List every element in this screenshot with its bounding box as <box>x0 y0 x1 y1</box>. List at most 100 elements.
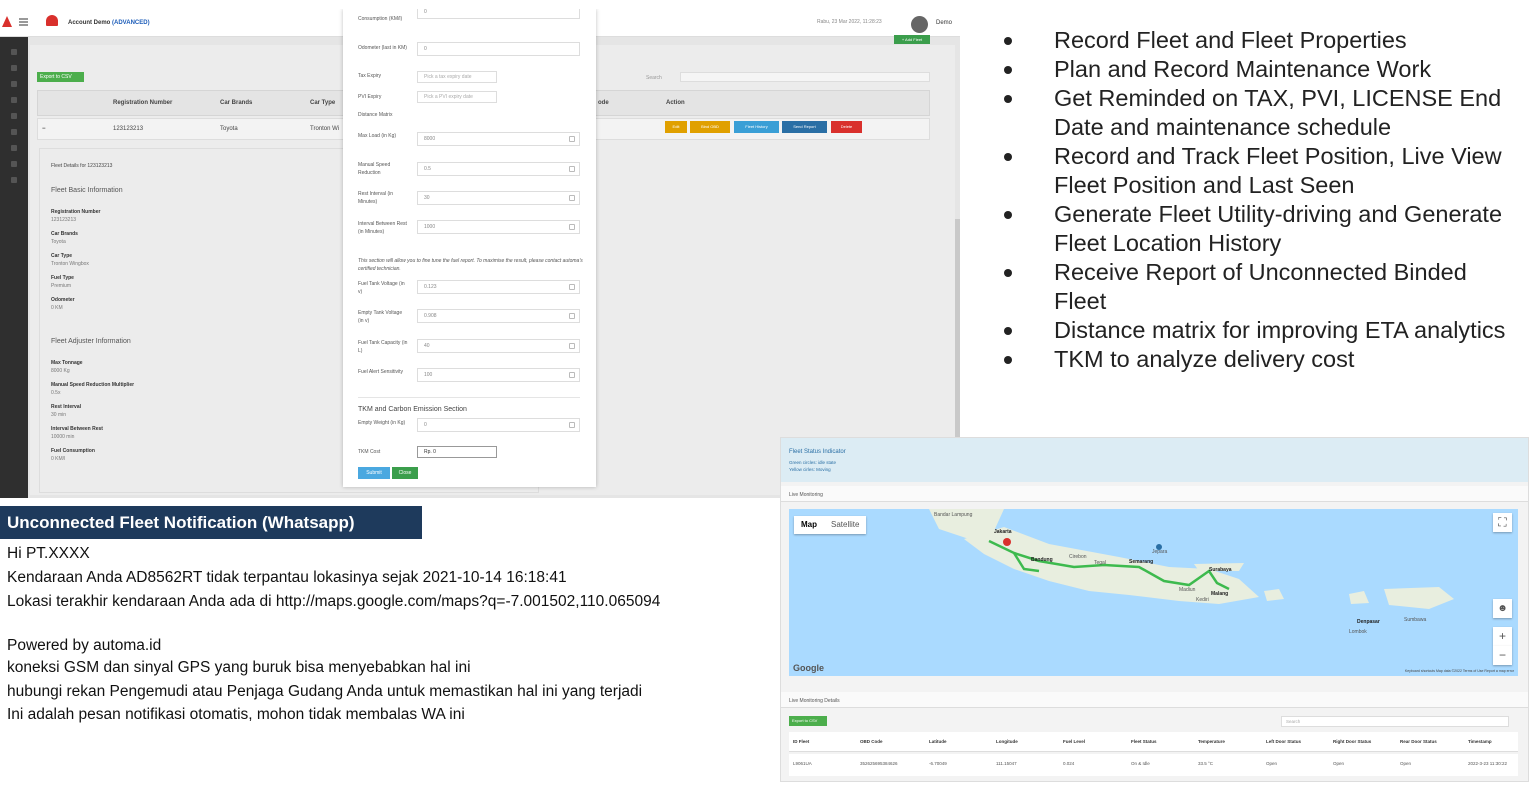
col-fuel-level[interactable]: Fuel Level <box>1063 739 1085 744</box>
search-input[interactable] <box>680 72 930 82</box>
fuel-consumption-input[interactable]: 0 <box>417 9 580 19</box>
fuel-tank-voltage-input[interactable]: 0.123 <box>417 280 580 294</box>
fleet-history-button[interactable]: Fleet History <box>734 121 779 133</box>
detail-value: 0 KM <box>51 305 63 311</box>
stepper-icon[interactable] <box>569 166 575 172</box>
rest-interval-label: Rest Interval (in Minutes) <box>358 191 394 205</box>
submit-button[interactable]: Submit <box>358 467 390 479</box>
sidebar-icon[interactable] <box>11 129 17 135</box>
col-latitude[interactable]: Latitude <box>929 739 947 744</box>
stepper-icon[interactable] <box>569 313 575 319</box>
export-csv-button[interactable]: Export to CSV <box>789 716 827 726</box>
map[interactable]: Jakarta Bandung Semarang Surabaya Malang… <box>789 509 1518 676</box>
empty-tank-voltage-value: 0.908 <box>424 313 437 319</box>
collapse-toggle[interactable]: − <box>42 126 46 132</box>
col-registration[interactable]: Registration Number <box>113 100 172 106</box>
col-id-fleet[interactable]: ID Fleet <box>793 739 809 744</box>
stepper-icon[interactable] <box>569 136 575 142</box>
feature-item: Generate Fleet Utility-driving and Gener… <box>1000 200 1520 258</box>
rest-interval-input[interactable]: 30 <box>417 191 580 205</box>
tkm-cost-input[interactable]: Rp. 0 <box>417 446 497 458</box>
zoom-out-icon[interactable]: − <box>1493 646 1512 665</box>
basic-info-heading: Fleet Basic Information <box>51 187 123 194</box>
close-button[interactable]: Close <box>392 467 418 479</box>
col-temperature[interactable]: Temperature <box>1198 739 1225 744</box>
pvi-expiry-input[interactable]: Pick a PVI expiry date <box>417 91 497 103</box>
notification-line: Kendaraan Anda AD8562RT tidak terpantau … <box>7 569 567 586</box>
rest-interval-value: 30 <box>424 195 430 201</box>
speed-reduction-input[interactable]: 0.5 <box>417 162 580 176</box>
stepper-icon[interactable] <box>569 224 575 230</box>
add-fleet-button[interactable]: + Add Fleet <box>894 35 930 44</box>
scrollbar[interactable] <box>955 219 960 449</box>
yellow-note: Yellow cirles: Moving <box>789 467 831 472</box>
map-tab[interactable]: Map <box>794 516 824 534</box>
col-left-door[interactable]: Left Door Status <box>1266 739 1301 744</box>
tax-expiry-input[interactable]: Pick a tax expiry date <box>417 71 497 83</box>
avatar[interactable] <box>911 16 928 33</box>
notification-line: koneksi GSM dan sinyal GPS yang buruk bi… <box>7 659 471 676</box>
sidebar-icon[interactable] <box>11 161 17 167</box>
max-load-value: 8000 <box>424 136 436 142</box>
fullscreen-icon[interactable]: ⛶ <box>1493 513 1512 532</box>
table-row[interactable]: L9061UA 352625695384626 -6.70049 111.150… <box>789 754 1518 776</box>
cell-fleet-status: On & Idle <box>1131 761 1150 766</box>
feature-list: Record Fleet and Fleet Properties Plan a… <box>1000 26 1520 374</box>
city-label: Malang <box>1211 591 1229 597</box>
col-car-brands[interactable]: Car Brands <box>220 100 252 106</box>
fuel-tank-capacity-input[interactable]: 40 <box>417 339 580 353</box>
zoom-in-icon[interactable]: + <box>1493 627 1512 646</box>
col-timestamp[interactable]: Timestamp <box>1468 739 1492 744</box>
city-label: Semarang <box>1129 559 1154 565</box>
fleet-marker <box>1003 538 1011 546</box>
col-longitude[interactable]: Longitude <box>996 739 1018 744</box>
detail-label: Registration Number <box>51 209 101 215</box>
account-label: Account Demo (ADVANCED) <box>68 20 150 26</box>
col-obd[interactable]: ode <box>598 100 609 106</box>
export-csv-button[interactable]: Export to CSV <box>37 72 84 82</box>
col-right-door[interactable]: Right Door Status <box>1333 739 1371 744</box>
col-car-type[interactable]: Car Type <box>310 100 335 106</box>
edit-button[interactable]: Edit <box>665 121 687 133</box>
map-attribution[interactable]: Keyboard shortcuts Map data ©2022 Terms … <box>1405 669 1514 673</box>
max-load-input[interactable]: 8000 <box>417 132 580 146</box>
pegman-icon[interactable]: ☻ <box>1493 599 1512 618</box>
feature-item: Record Fleet and Fleet Properties <box>1000 26 1520 55</box>
search-input[interactable]: Search <box>1281 716 1509 727</box>
bind-obd-button[interactable]: Bind OBD <box>690 121 730 133</box>
col-obd-code[interactable]: OBD Code <box>860 739 883 744</box>
stepper-icon[interactable] <box>569 343 575 349</box>
stepper-icon[interactable] <box>569 195 575 201</box>
sidebar-icon[interactable] <box>11 65 17 71</box>
col-fleet-status[interactable]: Fleet Status <box>1131 739 1157 744</box>
fuel-tank-capacity-value: 40 <box>424 343 430 349</box>
cell-fuel-level: 0.024 <box>1063 761 1075 766</box>
empty-tank-voltage-label: Empty Tank Voltage (in v) <box>358 310 403 324</box>
sidebar-icon[interactable] <box>11 145 17 151</box>
satellite-tab[interactable]: Satellite <box>824 516 866 534</box>
monitoring-table-header: ID Fleet OBD Code Latitude Longitude Fue… <box>789 732 1518 752</box>
interval-between-rest-input[interactable]: 1000 <box>417 220 580 234</box>
stepper-icon[interactable] <box>569 422 575 428</box>
delete-button[interactable]: Delete <box>831 121 862 133</box>
notification-title: Unconnected Fleet Notification (Whatsapp… <box>0 506 422 539</box>
fuel-alert-input[interactable]: 100 <box>417 368 580 382</box>
sidebar-icon[interactable] <box>11 49 17 55</box>
stepper-icon[interactable] <box>569 284 575 290</box>
user-name[interactable]: Demo <box>936 20 952 26</box>
empty-weight-input[interactable]: 0 <box>417 418 580 432</box>
col-rear-door[interactable]: Rear Door Status <box>1400 739 1437 744</box>
send-report-button[interactable]: Send Report <box>782 121 827 133</box>
sidebar-icon[interactable] <box>11 81 17 87</box>
live-monitoring-screenshot: Fleet Status Indicator Green circles: id… <box>780 437 1529 782</box>
odometer-input[interactable]: 0 <box>417 42 580 56</box>
sidebar-icon[interactable] <box>11 113 17 119</box>
sidebar-icon[interactable] <box>11 97 17 103</box>
notification-greeting: Hi PT.XXXX <box>7 545 90 562</box>
city-label: Tegal <box>1094 560 1106 566</box>
stepper-icon[interactable] <box>569 372 575 378</box>
menu-icon[interactable] <box>19 18 28 26</box>
detail-label: Fuel Consumption <box>51 448 95 454</box>
empty-tank-voltage-input[interactable]: 0.908 <box>417 309 580 323</box>
sidebar-icon[interactable] <box>11 177 17 183</box>
